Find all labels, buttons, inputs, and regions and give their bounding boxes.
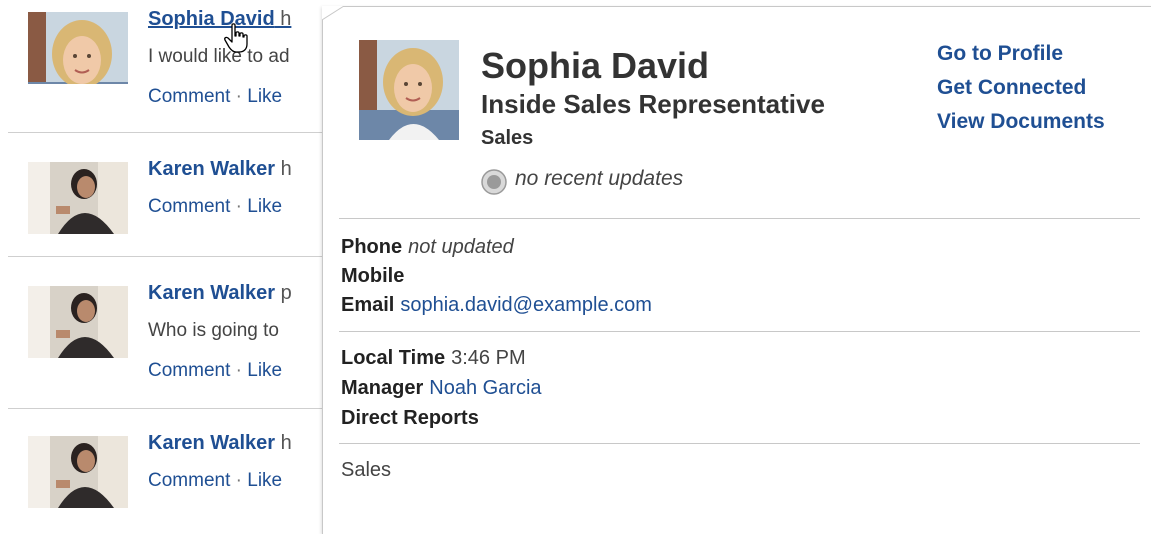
profile-hover-card: Sophia David Inside Sales Representative… (322, 6, 1151, 534)
manager-row: Manager Noah Garcia (341, 377, 542, 400)
feed-author-suffix: h (274, 8, 292, 30)
feed-actions: Comment · Like (148, 360, 282, 382)
profile-job-title: Inside Sales Representative (481, 89, 825, 119)
avatar[interactable] (28, 12, 128, 84)
feed-author-name[interactable]: Sophia David (148, 8, 275, 30)
status-text: no recent updates (515, 167, 684, 190)
mobile-label: Mobile (341, 265, 405, 287)
feed-author-name[interactable]: Karen Walker (148, 432, 275, 454)
email-link[interactable]: sophia.david@example.com (400, 294, 652, 316)
direct-reports-row: Direct Reports (341, 407, 485, 430)
go-to-profile-link[interactable]: Go to Profile (937, 37, 1105, 71)
manager-link[interactable]: Noah Garcia (429, 377, 541, 399)
action-separator: · (230, 196, 248, 217)
profile-department: Sales (481, 127, 534, 149)
feed-author-link[interactable]: Karen Walker h (148, 432, 292, 455)
feed-divider (8, 256, 330, 257)
manager-label: Manager (341, 377, 424, 399)
action-separator: · (230, 86, 248, 107)
local-time-label: Local Time (341, 347, 446, 369)
action-separator: · (230, 470, 248, 491)
feed-author-link[interactable]: Sophia David h (148, 8, 291, 31)
feed-author-suffix: h (275, 158, 292, 180)
card-pointer-notch (322, 6, 345, 21)
activity-feed: Sophia David h I would like to ad Commen… (0, 0, 330, 533)
local-time-value: 3:46 PM (451, 347, 526, 369)
feed-actions: Comment · Like (148, 196, 282, 218)
feed-author-name[interactable]: Karen Walker (148, 282, 275, 304)
email-row: Email sophia.david@example.com (341, 294, 652, 317)
about-text: Sales (341, 459, 392, 481)
phone-label: Phone (341, 236, 403, 258)
view-documents-link[interactable]: View Documents (937, 105, 1105, 139)
feed-divider (8, 408, 330, 409)
card-divider (339, 443, 1140, 444)
mobile-row: Mobile (341, 265, 410, 288)
get-connected-link[interactable]: Get Connected (937, 71, 1105, 105)
feed-author-suffix: p (275, 282, 292, 304)
phone-value: not updated (408, 236, 514, 258)
phone-row: Phone not updated (341, 236, 514, 259)
like-link[interactable]: Like (247, 470, 282, 491)
local-time-row: Local Time 3:46 PM (341, 347, 526, 370)
feed-divider (8, 132, 330, 133)
like-link[interactable]: Like (247, 360, 282, 381)
hand-pointer-icon (224, 23, 248, 53)
feed-author-name[interactable]: Karen Walker (148, 158, 275, 180)
card-divider (339, 218, 1140, 219)
feed-text: Who is going to (148, 320, 279, 341)
profile-actions: Go to Profile Get Connected View Documen… (937, 37, 1105, 139)
feed-actions: Comment · Like (148, 470, 282, 492)
profile-photo (359, 40, 459, 140)
avatar[interactable] (28, 162, 128, 234)
feed-author-suffix: h (275, 432, 292, 454)
avatar[interactable] (28, 286, 128, 358)
email-label: Email (341, 294, 395, 316)
avatar[interactable] (28, 436, 128, 508)
profile-name: Sophia David (481, 45, 710, 86)
like-link[interactable]: Like (247, 86, 282, 107)
feed-author-link[interactable]: Karen Walker p (148, 282, 292, 305)
direct-reports-label: Direct Reports (341, 407, 479, 429)
comment-link[interactable]: Comment (148, 470, 230, 491)
feed-author-link[interactable]: Karen Walker h (148, 158, 292, 181)
status-circle-icon (481, 169, 507, 195)
card-divider (339, 331, 1140, 332)
comment-link[interactable]: Comment (148, 196, 230, 217)
comment-link[interactable]: Comment (148, 86, 230, 107)
feed-actions: Comment · Like (148, 86, 282, 108)
like-link[interactable]: Like (247, 196, 282, 217)
action-separator: · (230, 360, 248, 381)
feed-text: I would like to ad (148, 46, 290, 67)
comment-link[interactable]: Comment (148, 360, 230, 381)
